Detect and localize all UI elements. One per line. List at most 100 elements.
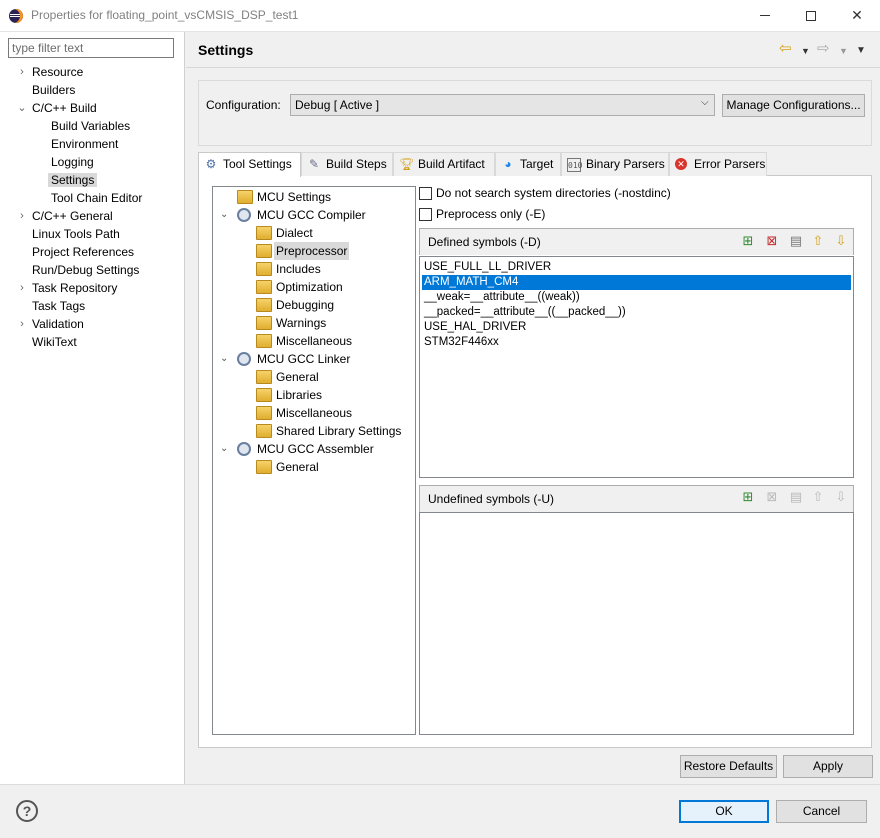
nav-item-label: Settings (48, 173, 98, 187)
nav-item-settings[interactable]: Settings (48, 171, 98, 189)
nav-item-run-debug-settings[interactable]: Run/Debug Settings (32, 261, 139, 279)
edit-symbol-icon[interactable]: ▤ (788, 233, 804, 249)
nav-item-environment[interactable]: Environment (51, 135, 118, 153)
tool-tree-label: Miscellaneous (276, 334, 353, 348)
forward-arrow-icon[interactable]: ⇨ (817, 41, 830, 57)
tab-target[interactable]: ◕ Target (495, 152, 561, 176)
tool-tree-node[interactable]: Optimization (213, 278, 413, 296)
tab-build-artifact[interactable]: 🏆︎ Build Artifact (393, 152, 495, 176)
defined-symbol-item[interactable]: ARM_MATH_CM4 (422, 275, 851, 290)
minimize-button[interactable] (742, 0, 788, 31)
tool-tree-label: Optimization (276, 280, 343, 294)
close-button[interactable]: ✕ (834, 0, 880, 31)
nav-item-wikitext[interactable]: WikiText (32, 333, 77, 351)
tool-tree-node[interactable]: Dialect (213, 224, 413, 242)
nav-item-label: Task Tags (32, 299, 86, 313)
tool-tree-node[interactable]: ⌄ MCU GCC Compiler (213, 206, 413, 224)
defined-symbol-item[interactable]: USE_HAL_DRIVER (422, 320, 851, 335)
tool-tree-node[interactable]: ⌄ MCU GCC Linker (213, 350, 413, 368)
tool-tree-label: Debugging (276, 298, 335, 312)
tool-tree-label: General (276, 370, 319, 384)
configuration-select[interactable]: Debug [ Active ] (290, 94, 715, 116)
add-undef-symbol-icon[interactable]: ⊞ (740, 489, 756, 505)
tool-tree-node[interactable]: Miscellaneous (213, 332, 413, 350)
nav-item-label: Build Variables (51, 119, 131, 133)
tab-label: Target (520, 157, 554, 171)
apply-button[interactable]: Apply (783, 755, 873, 778)
chevron-right-icon[interactable]: › (16, 315, 28, 333)
defined-symbol-item[interactable]: USE_FULL_LL_DRIVER (422, 260, 851, 275)
tool-tree-node[interactable]: General (213, 368, 413, 386)
nav-item-linux-tools-path[interactable]: Linux Tools Path (32, 225, 120, 243)
tool-tree-node[interactable]: Warnings (213, 314, 413, 332)
restore-defaults-button[interactable]: Restore Defaults (680, 755, 777, 778)
tab-error-parsers[interactable]: ✕ Error Parsers (669, 152, 767, 176)
add-symbol-icon[interactable]: ⊞ (740, 233, 756, 249)
nav-item-builders[interactable]: Builders (32, 81, 75, 99)
nav-item-c-c-build[interactable]: ⌄ C/C++ Build (17, 99, 96, 117)
tool-settings-tree: MCU Settings ⌄ MCU GCC Compiler Dialect Prep… (212, 186, 416, 735)
nav-item-resource[interactable]: › Resource (20, 63, 83, 81)
nostdinc-checkbox[interactable] (419, 187, 432, 200)
nav-item-logging[interactable]: Logging (51, 153, 94, 171)
option-folder-icon (256, 226, 272, 240)
chevron-right-icon[interactable]: › (16, 63, 28, 81)
nav-item-task-repository[interactable]: › Task Repository (20, 279, 117, 297)
nav-item-tool-chain-editor[interactable]: Tool Chain Editor (51, 189, 142, 207)
nav-item-project-references[interactable]: Project References (32, 243, 134, 261)
option-folder-icon (256, 334, 272, 348)
filter-input[interactable] (8, 38, 174, 58)
tab-build-steps[interactable]: ✎ Build Steps (301, 152, 393, 176)
back-menu-chevron-icon[interactable]: ▼ (801, 43, 810, 59)
chevron-down-icon[interactable]: ⌄ (220, 440, 232, 458)
nav-item-task-tags[interactable]: Task Tags (32, 297, 85, 315)
manage-configurations-button[interactable]: Manage Configurations... (722, 94, 865, 117)
tab-binary-parsers[interactable]: 010 Binary Parsers (561, 152, 669, 176)
option-folder-icon (256, 460, 272, 474)
move-down-icon[interactable]: ⇩ (833, 233, 849, 249)
delete-undef-symbol-icon: ⊠ (766, 489, 778, 504)
nav-item-validation[interactable]: › Validation (20, 315, 84, 333)
chevron-down-icon[interactable]: ⌄ (220, 206, 232, 224)
forward-menu-chevron-icon[interactable]: ▼ (839, 43, 848, 59)
binary-icon: 010 (567, 158, 582, 172)
tool-gear-icon (237, 352, 251, 366)
tool-tree-node[interactable]: MCU Settings (213, 188, 413, 206)
help-icon[interactable]: ? (16, 800, 38, 822)
tool-tree-node[interactable]: Debugging (213, 296, 413, 314)
chevron-down-icon[interactable]: ⌄ (16, 99, 28, 117)
chevron-down-icon[interactable]: ⌵ (701, 97, 709, 108)
globe-icon: ◕ (504, 157, 512, 171)
tool-tree-node[interactable]: Libraries (213, 386, 413, 404)
chevron-right-icon[interactable]: › (16, 279, 28, 297)
defined-symbols-list[interactable]: USE_FULL_LL_DRIVER ARM_MATH_CM4 __weak=__a… (419, 256, 854, 478)
chevron-right-icon[interactable]: › (16, 207, 28, 225)
nav-item-label: C/C++ General (32, 209, 113, 223)
nav-item-c-c-general[interactable]: › C/C++ General (20, 207, 113, 225)
cancel-button[interactable]: Cancel (776, 800, 867, 823)
undefined-symbols-list[interactable] (419, 512, 854, 735)
chevron-down-icon[interactable]: ⌄ (220, 350, 232, 368)
ok-button[interactable]: OK (679, 800, 769, 823)
option-folder-icon (256, 262, 272, 276)
tool-tree-node[interactable]: General (213, 458, 413, 476)
nav-item-build-variables[interactable]: Build Variables (51, 117, 130, 135)
tool-tree-node[interactable]: Includes (213, 260, 413, 278)
view-menu-icon[interactable]: ▼ (856, 43, 866, 59)
preprocess-only-checkbox[interactable] (419, 208, 432, 221)
tool-tree-node[interactable]: ⌄ MCU GCC Assembler (213, 440, 413, 458)
settings-tabs: ⚙ Tool Settings ✎ Build Steps 🏆︎ Build A… (198, 152, 872, 177)
move-up-icon[interactable]: ⇧ (810, 233, 826, 249)
option-folder-icon (256, 316, 272, 330)
tool-tree-node[interactable]: Miscellaneous (213, 404, 413, 422)
back-arrow-icon[interactable]: ⇦ (779, 41, 792, 57)
tool-tree-node[interactable]: Preprocessor (213, 242, 413, 260)
close-icon: ✕ (851, 7, 863, 23)
defined-symbol-item[interactable]: __weak=__attribute__((weak)) (422, 290, 851, 305)
delete-symbol-icon[interactable]: ⊠ (764, 233, 780, 249)
maximize-button[interactable] (788, 0, 834, 31)
defined-symbol-item[interactable]: __packed=__attribute__((__packed__)) (422, 305, 851, 320)
defined-symbol-item[interactable]: STM32F446xx (422, 335, 851, 350)
tab-tool-settings[interactable]: ⚙ Tool Settings (198, 152, 301, 177)
tool-tree-node[interactable]: Shared Library Settings (213, 422, 413, 440)
